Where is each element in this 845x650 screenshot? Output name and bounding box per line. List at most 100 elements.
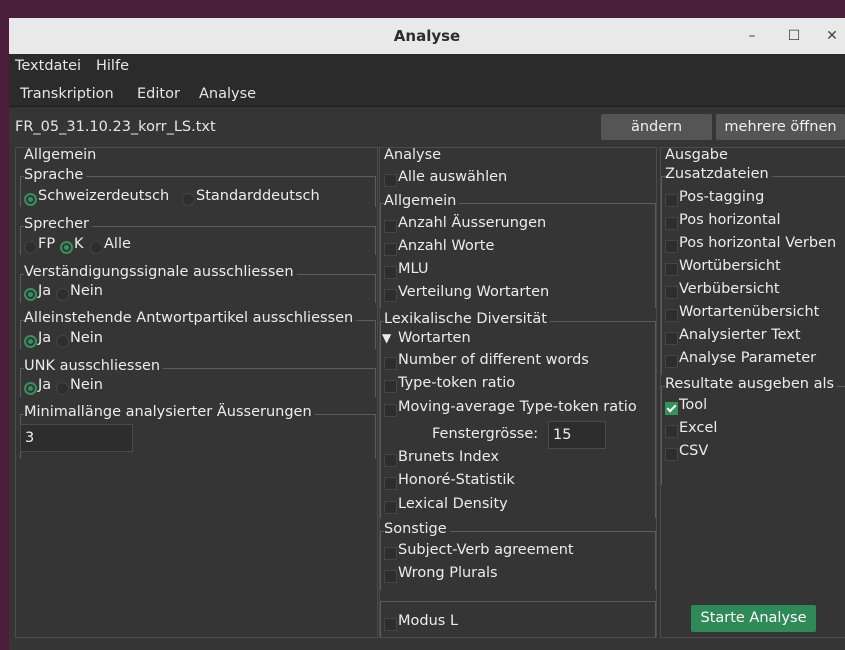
pos-overview-checkbox[interactable]	[665, 309, 678, 322]
window-size-label: Fenstergrösse:	[432, 426, 539, 442]
unk-no-radio[interactable]	[56, 382, 69, 395]
lexical-group	[380, 321, 656, 518]
pos-horizontal-checkbox[interactable]	[665, 217, 678, 230]
other-title: Sonstige	[384, 521, 450, 537]
analysis-params-label: Analyse Parameter	[679, 350, 817, 366]
lexical-title: Lexikalische Diversität	[384, 311, 550, 327]
start-analysis-button[interactable]: Starte Analyse	[691, 605, 816, 632]
wrong-plurals-label: Wrong Plurals	[398, 565, 498, 581]
pos-tagging-checkbox[interactable]	[665, 194, 678, 207]
tab-transkription[interactable]: Transkription	[20, 86, 114, 102]
utterance-count-label: Anzahl Äusserungen	[398, 215, 547, 231]
speaker-k-label: K	[74, 236, 84, 252]
word-count-checkbox[interactable]	[384, 243, 397, 256]
signals-yes-label: Ja	[38, 283, 52, 299]
speaker-fp-radio[interactable]	[24, 241, 37, 254]
tab-analyse[interactable]: Analyse	[199, 86, 256, 102]
ndw-checkbox[interactable]	[384, 357, 397, 370]
language-swiss-radio[interactable]	[24, 193, 37, 206]
lexical-density-checkbox[interactable]	[384, 501, 397, 514]
particles-yes-radio[interactable]	[24, 335, 37, 348]
ttr-label: Type-token ratio	[398, 375, 516, 391]
csv-checkbox[interactable]	[665, 448, 678, 461]
excel-label: Excel	[679, 420, 718, 436]
wrong-plurals-checkbox[interactable]	[384, 570, 397, 583]
window-size-input[interactable]: 15	[548, 421, 606, 449]
analysis-title: Analyse	[384, 147, 442, 163]
minlen-title: Minimallänge analysierter Äusserungen	[24, 404, 315, 420]
brunet-label: Brunets Index	[398, 449, 499, 465]
menu-textdatei[interactable]: Textdatei	[15, 58, 81, 74]
minimize-icon[interactable]: –	[739, 24, 765, 48]
modus-l-checkbox[interactable]	[384, 618, 397, 631]
analysis-general-title: Allgemein	[384, 193, 460, 209]
mattr-checkbox[interactable]	[384, 404, 397, 417]
tool-label: Tool	[679, 397, 708, 413]
select-all-label: Alle auswählen	[398, 169, 508, 185]
open-multiple-button[interactable]: mehrere öffnen	[716, 114, 845, 140]
mlu-label: MLU	[398, 261, 429, 277]
maximize-icon[interactable]: ☐	[781, 24, 807, 48]
tool-checkbox[interactable]	[665, 402, 678, 415]
word-count-label: Anzahl Worte	[398, 238, 495, 254]
signals-no-radio[interactable]	[56, 288, 69, 301]
brunet-checkbox[interactable]	[384, 454, 397, 467]
excel-checkbox[interactable]	[665, 425, 678, 438]
analysis-params-checkbox[interactable]	[665, 355, 678, 368]
menu-hilfe[interactable]: Hilfe	[96, 58, 129, 74]
unk-yes-radio[interactable]	[24, 382, 37, 395]
analysis-panel: Analyse Alle auswählen Allgemein Anzahl …	[379, 147, 657, 638]
verb-overview-label: Verbübersicht	[679, 281, 780, 297]
unk-yes-label: Ja	[38, 377, 52, 393]
pos-tagging-label: Pos-tagging	[679, 189, 765, 205]
signals-no-label: Nein	[70, 283, 103, 299]
extra-files-group	[661, 176, 845, 375]
extra-files-title: Zusatzdateien	[665, 166, 772, 182]
speaker-k-radio[interactable]	[60, 241, 73, 254]
sva-checkbox[interactable]	[384, 547, 397, 560]
change-file-button[interactable]: ändern	[601, 114, 712, 140]
expand-arrow-icon[interactable]: ▼	[382, 331, 391, 345]
analyzed-text-checkbox[interactable]	[665, 332, 678, 345]
close-icon[interactable]: ✕	[819, 24, 845, 48]
word-overview-checkbox[interactable]	[665, 263, 678, 276]
general-panel: Allgemein Sprache Schweizerdeutsch Stand…	[15, 147, 378, 638]
word-overview-label: Wortübersicht	[679, 258, 781, 274]
speaker-all-label: Alle	[104, 236, 131, 252]
signals-yes-radio[interactable]	[24, 288, 37, 301]
speaker-all-radio[interactable]	[90, 241, 103, 254]
select-all-checkbox[interactable]	[384, 174, 397, 187]
general-title: Allgemein	[24, 147, 97, 163]
honore-label: Honoré-Statistik	[398, 472, 515, 488]
analysis-window: Analyse – ☐ ✕ Textdatei Hilfe Transkript…	[9, 18, 845, 650]
speaker-title: Sprecher	[24, 216, 93, 232]
particles-no-radio[interactable]	[56, 335, 69, 348]
separator	[9, 106, 845, 107]
csv-label: CSV	[679, 443, 709, 459]
tab-editor[interactable]: Editor	[137, 86, 180, 102]
honore-checkbox[interactable]	[384, 477, 397, 490]
menu-bar: Textdatei Hilfe	[9, 54, 845, 80]
analyzed-text-label: Analysierter Text	[679, 327, 801, 343]
speaker-fp-label: FP	[38, 236, 56, 252]
ttr-checkbox[interactable]	[384, 380, 397, 393]
utterance-count-checkbox[interactable]	[384, 220, 397, 233]
ndw-label: Number of different words	[398, 352, 589, 368]
pos-distribution-checkbox[interactable]	[384, 289, 397, 302]
wortarten-label: Wortarten	[398, 330, 471, 346]
verb-overview-checkbox[interactable]	[665, 286, 678, 299]
pos-overview-label: Wortartenübersicht	[679, 304, 820, 320]
language-standard-radio[interactable]	[182, 193, 195, 206]
result-format-title: Resultate ausgeben als	[665, 376, 838, 392]
window-title: Analyse	[393, 27, 461, 45]
output-panel: Ausgabe Zusatzdateien Pos-tagging Pos ho…	[660, 147, 845, 638]
particles-yes-label: Ja	[38, 330, 52, 346]
pos-horizontal-verbs-label: Pos horizontal Verben	[679, 235, 837, 251]
language-swiss-label: Schweizerdeutsch	[38, 188, 170, 204]
language-title: Sprache	[24, 167, 87, 183]
pos-horizontal-verbs-checkbox[interactable]	[665, 240, 678, 253]
minlen-input[interactable]: 3	[20, 424, 133, 452]
mlu-checkbox[interactable]	[384, 266, 397, 279]
unk-title: UNK ausschliessen	[24, 358, 164, 374]
modus-l-label: Modus L	[398, 613, 459, 629]
